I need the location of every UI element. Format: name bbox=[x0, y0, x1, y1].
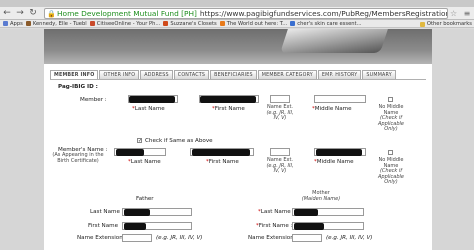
same-as-above-label: Check if Same as Above bbox=[145, 138, 213, 144]
mother-heading: Mother (Maiden Name) bbox=[301, 190, 341, 202]
birth-name-ext-input[interactable] bbox=[270, 148, 290, 156]
forward-icon[interactable]: → bbox=[14, 8, 26, 19]
same-as-above-checkbox[interactable]: ✓ bbox=[137, 138, 142, 144]
header-graphic bbox=[280, 29, 388, 53]
url-input[interactable]: 🔒 Home Development Mutual Fund [PH] http… bbox=[44, 8, 448, 19]
tab-summary[interactable]: SUMMARY bbox=[362, 70, 396, 79]
page-icon bbox=[163, 21, 169, 26]
last-name-label: *Last Name bbox=[128, 159, 161, 165]
redaction bbox=[129, 96, 175, 103]
bookmark-label: Apps bbox=[10, 20, 23, 27]
redaction bbox=[116, 149, 144, 156]
tab-emp-history[interactable]: EMP. HISTORY bbox=[317, 70, 362, 79]
pagibig-id-label: Pag-IBIG ID : bbox=[58, 84, 98, 90]
no-middle-name-checkbox[interactable] bbox=[388, 150, 393, 155]
father-first-name-label: First Name bbox=[88, 223, 119, 229]
apps-icon bbox=[3, 21, 8, 26]
lock-icon: 🔒 bbox=[47, 9, 56, 18]
bookmark-citisee[interactable]: CitiseeOnline - Your Ph... bbox=[89, 20, 161, 27]
reload-icon[interactable]: ↻ bbox=[27, 8, 39, 19]
site-header-banner bbox=[44, 29, 432, 64]
tab-beneficiaries[interactable]: BENEFICIARIES bbox=[210, 70, 257, 79]
form-tabs: MEMBER INFO OTHER INFO ADDRESS CONTACTS … bbox=[50, 70, 397, 79]
father-name-ext-input[interactable] bbox=[122, 234, 152, 242]
bookmark-label: The World out here: T... bbox=[226, 20, 288, 27]
menu-icon[interactable]: ≡ bbox=[462, 9, 472, 18]
url-text: https://www.pagibigfundservices.com/PubR… bbox=[199, 9, 447, 18]
mother-name-ext-input[interactable] bbox=[292, 234, 322, 242]
tab-member-category[interactable]: MEMBER CATEGORY bbox=[257, 70, 317, 79]
no-middle-name-label: No Middle Name (Check if Applicable Only) bbox=[378, 104, 404, 133]
window-title-bar bbox=[0, 0, 474, 7]
mother-name-ext-label: Name Extension : bbox=[248, 235, 298, 241]
redaction bbox=[192, 149, 250, 156]
first-name-label: *First Name bbox=[212, 106, 245, 112]
bookmarks-bar: Apps Kennedy, Elle - Tuebl CitiseeOnline… bbox=[0, 20, 474, 28]
bookmark-label: Other bookmarks bbox=[426, 21, 472, 27]
address-bar-row: ← → ↻ 🔒 Home Development Mutual Fund [PH… bbox=[0, 7, 474, 20]
mother-last-name-label: *Last Name : bbox=[258, 209, 295, 215]
bookmark-world[interactable]: The World out here: T... bbox=[219, 20, 288, 27]
member-middle-name-input[interactable] bbox=[314, 95, 366, 103]
middle-name-label: *Middle Name bbox=[312, 106, 352, 112]
name-ext-label: Name Ext. (e.g. JR, III, IV, V) bbox=[266, 104, 294, 122]
father-name-ext-label: Name Extension : bbox=[77, 235, 127, 241]
redaction bbox=[294, 223, 324, 230]
tab-divider bbox=[50, 79, 426, 80]
name-ext-hint: (e.g. JR, III, IV, V) bbox=[156, 235, 203, 241]
web-page: MEMBER INFO OTHER INFO ADDRESS CONTACTS … bbox=[0, 29, 474, 250]
page-icon bbox=[290, 21, 296, 26]
blogger-icon bbox=[219, 21, 225, 26]
site-identity: Home Development Mutual Fund [PH] bbox=[57, 9, 197, 18]
page-icon bbox=[25, 21, 31, 26]
redaction bbox=[124, 223, 146, 230]
folder-icon bbox=[419, 21, 425, 27]
redaction bbox=[124, 209, 150, 216]
back-icon[interactable]: ← bbox=[1, 8, 13, 19]
member-name-ext-input[interactable] bbox=[270, 95, 290, 103]
last-name-label: *Last Name bbox=[132, 106, 165, 112]
name-ext-label: Name Ext. (e.g. JR, III, IV, V) bbox=[266, 157, 294, 175]
bookmark-label: Suzzane's Closets bbox=[170, 20, 217, 27]
redaction bbox=[294, 209, 318, 216]
middle-name-label: *Middle Name bbox=[314, 159, 354, 165]
bookmark-kennedy[interactable]: Kennedy, Elle - Tuebl bbox=[25, 20, 87, 27]
bookmark-skincare[interactable]: cher's skin care essent... bbox=[290, 20, 362, 27]
redaction bbox=[200, 96, 256, 103]
father-heading: Father bbox=[136, 196, 154, 202]
bookmark-suzzane[interactable]: Suzzane's Closets bbox=[163, 20, 217, 27]
other-bookmarks[interactable]: Other bookmarks bbox=[419, 21, 472, 27]
mother-first-name-label: *First Name : bbox=[256, 223, 293, 229]
first-name-label: *First Name bbox=[206, 159, 239, 165]
bookmark-label: cher's skin care essent... bbox=[297, 20, 362, 27]
name-ext-hint: (e.g. JR, III, IV, V) bbox=[326, 235, 373, 241]
no-middle-name-label: No Middle Name (Check if Applicable Only) bbox=[378, 157, 404, 186]
members-name-hint: (As Appearing in the Birth Certificate) bbox=[52, 152, 104, 164]
bookmark-apps[interactable]: Apps bbox=[3, 21, 23, 27]
bookmark-star-icon[interactable]: ☆ bbox=[450, 9, 457, 18]
member-label: Member : bbox=[80, 97, 107, 103]
tab-other-info[interactable]: OTHER INFO bbox=[99, 70, 140, 79]
tab-address[interactable]: ADDRESS bbox=[140, 70, 173, 79]
no-middle-name-checkbox[interactable] bbox=[388, 97, 393, 102]
registration-form: MEMBER INFO OTHER INFO ADDRESS CONTACTS … bbox=[44, 64, 432, 250]
father-last-name-label: Last Name bbox=[90, 209, 120, 215]
bookmark-label: CitiseeOnline - Your Ph... bbox=[96, 20, 161, 27]
redaction bbox=[316, 149, 362, 156]
bookmark-label: Kennedy, Elle - Tuebl bbox=[32, 20, 87, 27]
page-icon bbox=[89, 21, 95, 26]
tab-member-info[interactable]: MEMBER INFO bbox=[50, 70, 99, 79]
tab-contacts[interactable]: CONTACTS bbox=[173, 70, 210, 79]
